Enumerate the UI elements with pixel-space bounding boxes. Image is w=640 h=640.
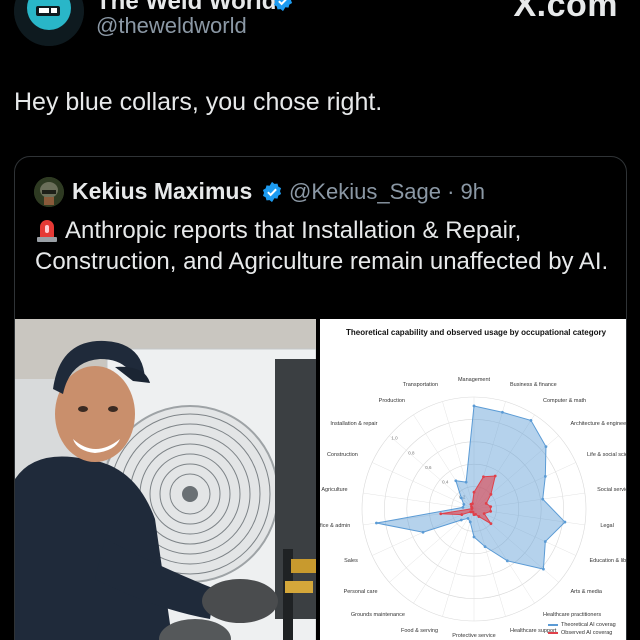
quote-display-name[interactable]: Kekius Maximus (72, 178, 252, 205)
technician-photo[interactable] (15, 319, 316, 640)
author-handle[interactable]: @theweldworld (96, 13, 247, 39)
category-label: Transportation (402, 382, 439, 389)
observed-point (460, 513, 464, 516)
observed-point (489, 509, 493, 513)
legend-item-observed: Observed AI coverag (548, 629, 626, 637)
category-label: Protective service (452, 632, 496, 639)
category-label: Sales (344, 558, 358, 565)
radar-chart[interactable]: Theoretical capability and observed usag… (320, 319, 627, 640)
category-label: Personal care (343, 588, 378, 595)
category-label: Arts & media (570, 588, 602, 595)
theoretical-point (563, 520, 567, 524)
quote-avatar[interactable] (34, 177, 64, 207)
theoretical-point (500, 410, 504, 414)
category-label: Construction (326, 451, 358, 458)
series-theoretical-area (376, 405, 566, 570)
verified-badge-icon (262, 181, 282, 203)
theoretical-point (529, 419, 533, 422)
theoretical-point (544, 445, 548, 449)
observed-point (489, 522, 493, 526)
theoretical-point (421, 530, 425, 534)
theoretical-point (505, 559, 509, 563)
category-label: Architecture & enginee (570, 421, 627, 428)
observed-point (489, 505, 493, 509)
category-label: Education & libr (589, 558, 627, 565)
observed-point (493, 474, 497, 478)
category-label: Business & finance (509, 382, 557, 389)
category-label: fice & admin (320, 523, 351, 530)
observed-point (484, 502, 488, 505)
radar-ring-label: 1.0 (391, 436, 398, 441)
legend-label-theoretical: Theoretical AI coverag (561, 622, 616, 628)
radar-ring-label: 0.4 (442, 480, 449, 485)
chart-legend: Theoretical AI coverag Observed AI cover… (548, 621, 626, 640)
observed-point (482, 512, 486, 516)
theoretical-point (466, 517, 470, 520)
quote-text: Anthropic reports that Installation & Re… (35, 217, 609, 275)
quote-text-block: Anthropic reports that Installation & Re… (35, 215, 615, 277)
category-label: Production (378, 397, 405, 404)
observed-point (469, 510, 473, 514)
welder-mask-icon (14, 0, 84, 46)
theoretical-point (462, 502, 466, 506)
post-header: The Weld World @theweldworld X.com (0, 0, 640, 56)
theoretical-point (454, 479, 458, 483)
category-label: Life & social scie (587, 451, 627, 458)
theoretical-point (542, 567, 545, 571)
category-label: Healthcare practitioners (543, 612, 602, 619)
legend-item-theoretical: Theoretical AI coverag (548, 621, 626, 629)
observed-point (489, 492, 493, 496)
avatar[interactable] (14, 0, 84, 46)
theoretical-point (459, 518, 463, 522)
theoretical-point (461, 506, 465, 509)
theoretical-point (472, 535, 476, 539)
category-label: Installation & repair (330, 421, 378, 428)
category-label: Management (457, 377, 491, 384)
theoretical-point (464, 480, 468, 484)
category-label: Social servic (597, 486, 627, 493)
theoretical-point (543, 475, 547, 478)
legend-label-observed: Observed AI coverag (561, 630, 613, 636)
radar-ring-label: 0.6 (425, 465, 432, 470)
theoretical-point (375, 521, 378, 525)
chart-title: Theoretical capability and observed usag… (346, 328, 607, 337)
quoted-post[interactable]: Kekius Maximus @Kekius_Sage · 9h Anthrop… (14, 156, 627, 640)
post-text: Hey blue collars, you chose right. (14, 88, 383, 116)
radar-spoke (363, 492, 475, 510)
theoretical-point (541, 497, 545, 501)
theoretical-point (468, 520, 472, 524)
category-label: Computer & math (543, 397, 587, 404)
theoretical-point (483, 545, 487, 549)
siren-emoji-icon (37, 220, 57, 242)
quote-handle-time[interactable]: @Kekius_Sage · 9h (289, 179, 485, 205)
observed-point (472, 490, 476, 494)
radar-ring-label: 0.8 (408, 450, 415, 455)
theoretical-point (543, 540, 547, 543)
theoretical-point (459, 496, 463, 500)
category-label: Legal (600, 523, 614, 530)
category-label: Food & serving (401, 627, 439, 634)
verified-badge-icon (273, 0, 293, 12)
theoretical-point (472, 404, 476, 408)
observed-point (470, 505, 473, 509)
brand-watermark: X.com (513, 0, 618, 24)
helmet-avatar-icon (34, 177, 64, 207)
observed-point (439, 512, 443, 516)
observed-point (477, 515, 481, 518)
category-label: Grounds maintenance (350, 612, 405, 619)
category-label: Agriculture (321, 486, 348, 493)
observed-point (482, 475, 485, 479)
observed-point (471, 502, 474, 506)
